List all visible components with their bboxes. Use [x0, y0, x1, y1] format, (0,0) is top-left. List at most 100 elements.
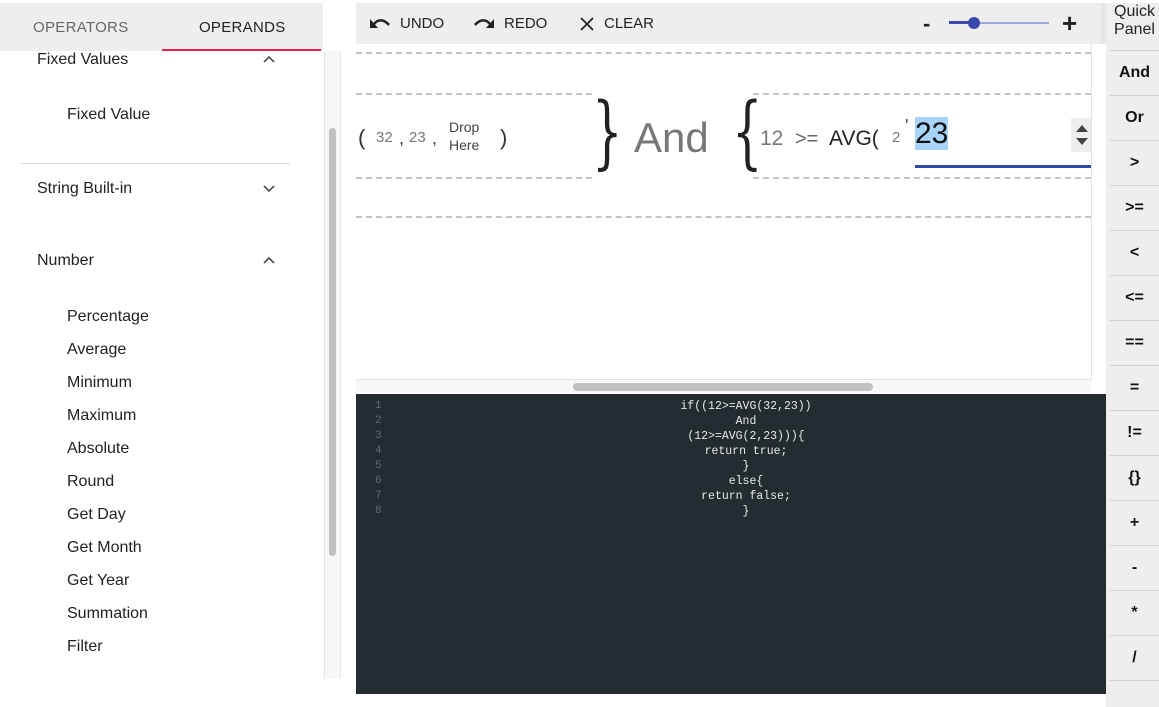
quick-and-button[interactable]: And — [1110, 50, 1159, 95]
quick-not-equal-button[interactable]: != — [1110, 410, 1159, 455]
dashed-border — [356, 216, 1091, 218]
argument-separator: , — [399, 128, 405, 148]
open-brace: { — [732, 85, 763, 178]
left-operand[interactable]: 12 — [760, 127, 783, 151]
group-number[interactable]: Number — [37, 252, 277, 270]
dashed-border — [753, 177, 1091, 179]
group-string-built-in[interactable]: String Built-in — [37, 180, 277, 198]
code-text: return false; — [701, 490, 791, 503]
argument-value[interactable]: 32 — [376, 129, 393, 146]
canvas-horizontal-scrollbar[interactable] — [356, 380, 1091, 393]
title-line: Panel — [1114, 21, 1155, 38]
chevron-up-icon — [263, 256, 275, 264]
comparison-operator[interactable]: >= — [795, 128, 818, 151]
quick-panel: Quick Panel And Or > >= < <= == = != {} … — [1106, 3, 1159, 707]
drop-zone[interactable]: Drop Here — [449, 118, 479, 154]
code-text: return true; — [704, 445, 788, 458]
undo-label: UNDO — [400, 15, 445, 32]
scrollbar-thumb[interactable] — [573, 383, 873, 391]
slider-thumb[interactable] — [968, 17, 980, 29]
code-text: } — [742, 505, 750, 518]
quick-greater-equal-button[interactable]: >= — [1110, 185, 1159, 230]
tab-operands[interactable]: OPERANDS — [161, 3, 324, 51]
spinner-arrows-icon — [1076, 125, 1088, 145]
operand-item-fixed-value[interactable]: Fixed Value — [67, 106, 150, 124]
operand-item-get-month[interactable]: Get Month — [67, 539, 142, 557]
quick-panel-title: Quick Panel — [1110, 3, 1159, 39]
argument-value[interactable]: 23 — [409, 129, 426, 146]
operand-tree: Fixed Values Fixed Value String Built-in… — [0, 51, 323, 679]
zoom-in-button[interactable]: + — [1062, 8, 1077, 39]
tab-operators[interactable]: OPERATORS — [0, 3, 162, 51]
operand-item-absolute[interactable]: Absolute — [67, 440, 129, 458]
argument-value[interactable]: 2 — [892, 129, 900, 146]
code-line: 8} — [356, 504, 1106, 519]
drop-zone-line2: Here — [449, 137, 480, 153]
dashed-border — [356, 177, 592, 179]
group-label: String Built-in — [37, 180, 133, 197]
number-spinner[interactable] — [1071, 118, 1091, 152]
operand-item-round[interactable]: Round — [67, 473, 114, 491]
dashed-border — [356, 52, 1091, 54]
value-input[interactable]: 23 — [915, 117, 949, 151]
quick-less-equal-button[interactable]: <= — [1110, 275, 1159, 320]
code-text: else{ — [728, 475, 764, 488]
operand-scrollbar[interactable] — [324, 51, 341, 679]
operand-item-percentage[interactable]: Percentage — [67, 308, 149, 326]
quick-greater-button[interactable]: > — [1110, 140, 1159, 185]
quick-plus-button[interactable]: + — [1110, 500, 1159, 545]
clear-label: CLEAR — [604, 15, 655, 32]
function-name[interactable]: AVG( — [829, 127, 879, 151]
quick-equals-button[interactable]: == — [1110, 320, 1159, 365]
logical-connector[interactable]: And — [634, 114, 709, 162]
quick-divide-button[interactable]: / — [1110, 635, 1159, 680]
code-line: 4 return true; — [356, 444, 1106, 459]
group-fixed-values[interactable]: Fixed Values — [37, 51, 277, 69]
redo-label: REDO — [504, 15, 548, 32]
expression-canvas[interactable]: ( 32 , 23 , Drop Here ) } And { 12 >= AV… — [356, 44, 1092, 380]
code-line: 7 return false; — [356, 489, 1106, 504]
operand-item-summation[interactable]: Summation — [67, 605, 148, 623]
close-brace: } — [592, 85, 623, 178]
quick-less-button[interactable]: < — [1110, 230, 1159, 275]
dashed-border — [753, 93, 1091, 95]
clear-button[interactable]: CLEAR — [579, 3, 654, 44]
close-icon — [580, 16, 594, 31]
operands-panel: OPERATORS OPERANDS Fixed Values Fixed Va… — [0, 0, 341, 707]
group-label: Number — [37, 252, 94, 269]
operand-item-filter[interactable]: Filter — [67, 638, 103, 656]
operand-item-minimum[interactable]: Minimum — [67, 374, 132, 392]
code-line: 5} — [356, 459, 1106, 474]
quick-minus-button[interactable]: - — [1110, 545, 1159, 590]
operand-item-average[interactable]: Average — [67, 341, 126, 359]
undo-icon — [370, 18, 390, 28]
operand-item-maximum[interactable]: Maximum — [67, 407, 136, 425]
operand-item-get-year[interactable]: Get Year — [67, 572, 129, 590]
quick-or-button[interactable]: Or — [1110, 95, 1159, 140]
code-text: (12>=AVG(2,23))){ — [687, 430, 805, 443]
code-preview[interactable]: 1 if((12>=AVG(32,23)) 2 And 3 (12>=AVG(2,23… — [356, 394, 1106, 694]
quick-assign-button[interactable]: = — [1110, 365, 1159, 410]
operand-item-get-day[interactable]: Get Day — [67, 506, 126, 524]
zoom-out-button[interactable]: - — [923, 11, 930, 37]
chevron-up-icon — [263, 55, 275, 63]
editor-toolbar: UNDO REDO CLEAR - + — [356, 3, 1101, 44]
panel-tabs: OPERATORS OPERANDS — [0, 3, 323, 51]
undo-button[interactable]: UNDO — [369, 3, 444, 44]
divider — [21, 163, 290, 164]
scrollbar-thumb[interactable] — [329, 128, 336, 556]
quick-braces-button[interactable]: {} — [1110, 455, 1159, 500]
drop-zone-line1: Drop — [449, 119, 480, 135]
code-line: 1 if((12>=AVG(32,23)) — [356, 399, 1106, 414]
code-line: 6 else{ — [356, 474, 1106, 489]
argument-separator: , — [432, 128, 438, 148]
quick-multiply-button[interactable]: * — [1110, 590, 1159, 635]
title-line: Quick — [1114, 3, 1155, 20]
redo-button[interactable]: REDO — [473, 3, 547, 44]
redo-icon — [474, 18, 494, 28]
chevron-down-icon — [263, 185, 275, 193]
divider — [1110, 680, 1159, 681]
code-text: And — [735, 415, 757, 428]
zoom-slider[interactable] — [949, 15, 1049, 31]
code-line: 3 (12>=AVG(2,23))){ — [356, 429, 1106, 444]
